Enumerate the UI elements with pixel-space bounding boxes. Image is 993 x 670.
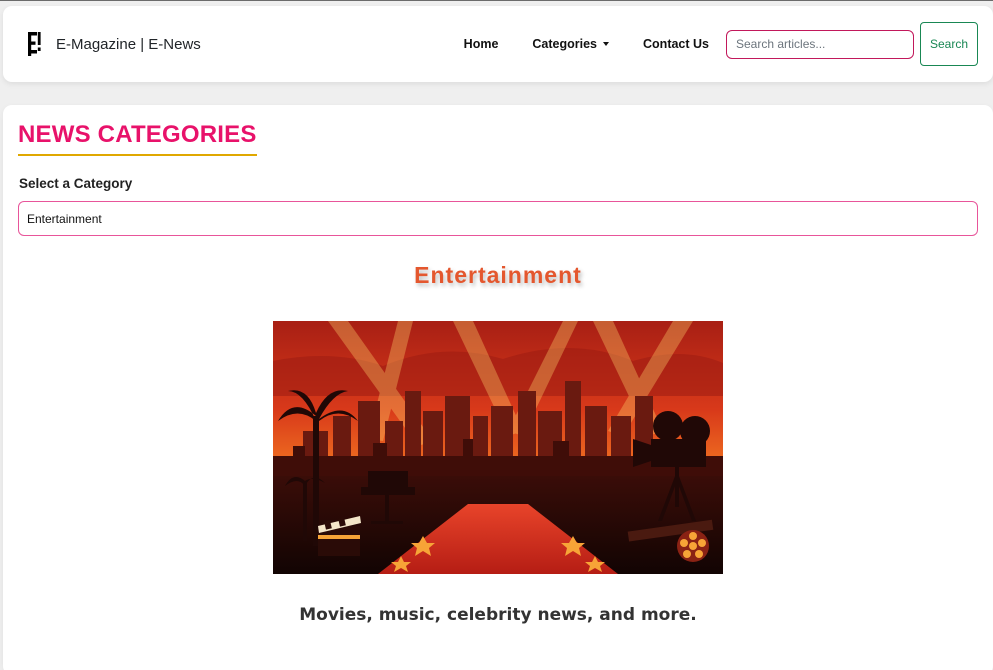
main-card: NEWS CATEGORIES Select a Category Entert… xyxy=(3,105,993,670)
search-input[interactable] xyxy=(726,29,914,59)
search-button[interactable]: Search xyxy=(920,22,978,66)
category-description: Movies, music, celebrity news, and more. xyxy=(299,605,697,625)
nav-links: Home Categories Contact Us Search xyxy=(447,22,978,66)
brand[interactable]: E-Magazine | E-News xyxy=(27,31,201,57)
hollywood-red-carpet-illustration xyxy=(273,321,723,574)
caret-down-icon xyxy=(603,42,610,46)
navbar: E-Magazine | E-News Home Categories Cont… xyxy=(3,6,993,82)
nav-contact[interactable]: Contact Us xyxy=(643,37,709,51)
brand-name: E-Magazine | E-News xyxy=(56,35,201,53)
nav-categories-label: Categories xyxy=(532,37,598,51)
page-title: NEWS CATEGORIES xyxy=(18,121,257,156)
e-logo-icon xyxy=(28,32,41,56)
category-select-value: Entertainment xyxy=(27,211,102,226)
nav-categories-dropdown[interactable]: Categories xyxy=(532,37,610,51)
category-select-label: Select a Category xyxy=(19,176,133,191)
nav-home[interactable]: Home xyxy=(464,37,499,51)
category-select[interactable]: Entertainment xyxy=(18,201,978,236)
category-heading: Entertainment xyxy=(414,262,582,288)
